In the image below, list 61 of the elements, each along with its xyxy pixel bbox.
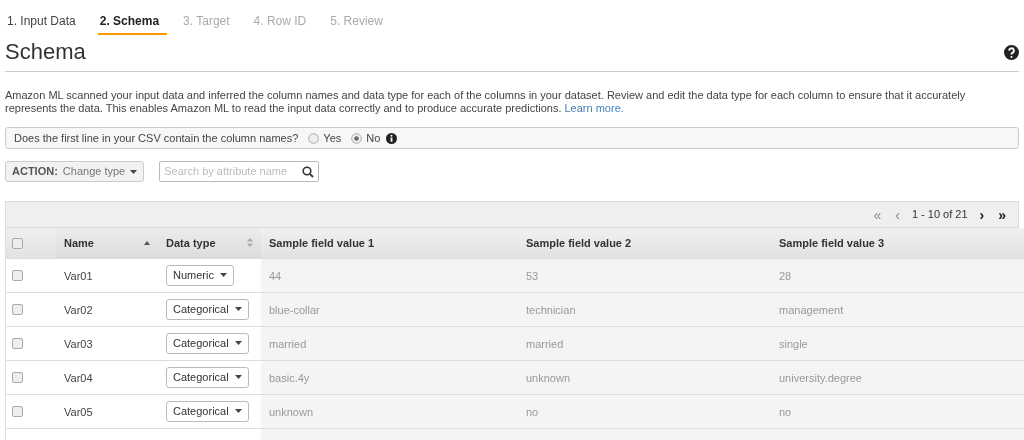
sample-value: basic.4y <box>269 371 310 384</box>
sample-value: no <box>526 405 539 418</box>
row-name: Var02 <box>64 303 93 316</box>
sample-value: blue-collar <box>269 303 320 316</box>
sample-value: single <box>779 337 808 350</box>
wizard-step[interactable]: 2. Schema <box>97 10 168 35</box>
caret-icon <box>234 409 242 413</box>
data-type-dropdown[interactable]: Categorical <box>166 332 249 354</box>
data-type-dropdown[interactable]: Categorical <box>166 298 249 320</box>
caret-icon <box>130 169 138 174</box>
sample-value: management <box>779 303 844 316</box>
sample-value: unknown <box>269 405 314 418</box>
column-header: Sample field value 3 <box>779 236 885 249</box>
page-range: 1 - 10 of 21 <box>911 207 968 223</box>
sample-value: 53 <box>526 269 539 282</box>
data-type-dropdown[interactable]: Categorical <box>166 400 249 422</box>
sample-value: married <box>526 337 564 350</box>
row-name: Var03 <box>64 337 93 350</box>
row-checkbox[interactable] <box>12 338 23 350</box>
page-title: Schema <box>5 38 86 66</box>
row-checkbox[interactable] <box>12 372 23 384</box>
radio-option[interactable]: No <box>351 129 381 147</box>
action-dropdown[interactable]: ACTION: Change type <box>5 161 145 182</box>
radio-icon[interactable] <box>351 132 363 144</box>
help-icon[interactable] <box>1004 44 1019 60</box>
learn-more-link[interactable]: Learn more. <box>564 102 624 114</box>
row-name: Var05 <box>64 405 93 418</box>
sample-value: 28 <box>779 269 792 282</box>
column-header: Sample field value 1 <box>269 236 375 249</box>
info-icon[interactable] <box>386 132 398 144</box>
select-all-checkbox[interactable] <box>12 238 23 250</box>
description-text: Amazon ML scanned your input data and inferred the column names and data type for each of the columns in your dataset. Review and edit the data type for each column to ensure that it accurately represents the data. This enables Amazon ML to read the input data correctly and to produce accurate predictions. Learn more. <box>5 89 967 115</box>
data-type-dropdown[interactable]: Categorical <box>166 366 249 388</box>
sort-icon[interactable] <box>247 238 253 248</box>
sample-value: university.degree <box>779 371 862 384</box>
search-field[interactable]: Search by attribute name <box>159 161 320 182</box>
radio-option[interactable]: Yes <box>308 129 342 147</box>
caret-icon <box>219 273 227 277</box>
pager-last-button[interactable]: » <box>996 207 1008 222</box>
row-checkbox[interactable] <box>12 270 23 282</box>
sample-value: no <box>779 405 792 418</box>
search-icon[interactable] <box>302 165 315 178</box>
row-checkbox[interactable] <box>12 304 23 316</box>
question-text: Does the first line in your CSV contain the column names? <box>14 130 299 146</box>
sample-value: technician <box>526 303 576 316</box>
caret-icon <box>234 375 242 379</box>
caret-icon <box>234 341 242 345</box>
row-checkbox[interactable] <box>12 406 23 418</box>
radio-icon[interactable] <box>308 132 320 144</box>
column-header[interactable]: Name <box>64 234 94 251</box>
row-name: Var01 <box>64 269 93 282</box>
sample-value: 44 <box>269 269 282 282</box>
pager-next-button[interactable]: › <box>977 207 987 222</box>
sort-ascending-icon[interactable] <box>144 240 150 245</box>
caret-icon <box>234 307 242 311</box>
data-type-dropdown[interactable]: Numeric <box>166 264 234 286</box>
wizard-step[interactable]: 1. Input Data <box>5 10 84 35</box>
sample-value: unknown <box>526 371 571 384</box>
sample-value: married <box>269 337 307 350</box>
row-name: Var04 <box>64 371 93 384</box>
column-header: Sample field value 2 <box>526 236 632 249</box>
